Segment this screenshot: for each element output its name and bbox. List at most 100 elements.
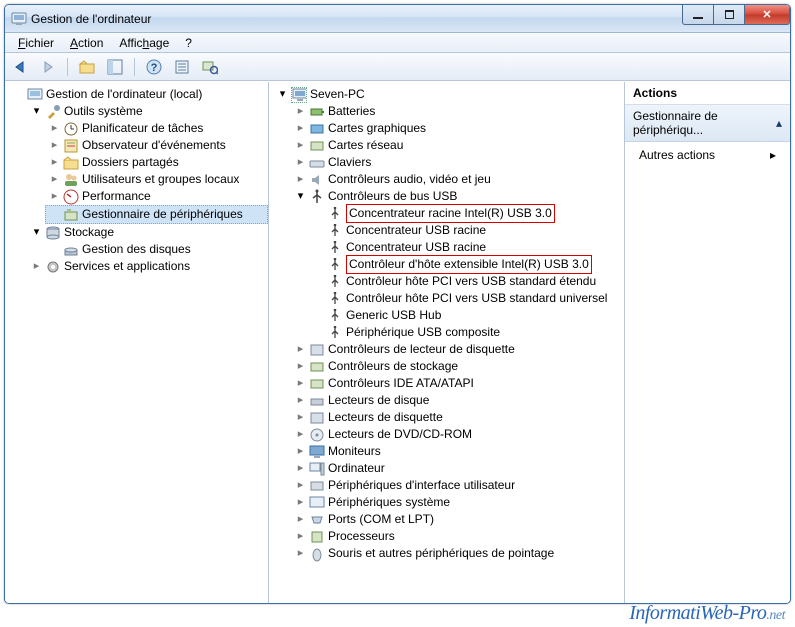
menu-file[interactable]: Fichier bbox=[11, 35, 61, 51]
mouse-node[interactable]: Souris et autres périphériques de pointa… bbox=[291, 545, 624, 562]
hid-icon bbox=[309, 478, 325, 494]
app-icon bbox=[11, 11, 27, 27]
users-groups-node[interactable]: Utilisateurs et groupes locaux bbox=[45, 171, 268, 188]
ide-controllers-node[interactable]: Contrôleurs IDE ATA/ATAPI bbox=[291, 375, 624, 392]
port-icon bbox=[309, 512, 325, 528]
tree-item-label: Concentrateur racine Intel(R) USB 3.0 bbox=[346, 204, 555, 223]
audio-controllers-node[interactable]: Contrôleurs audio, vidéo et jeu bbox=[291, 171, 624, 188]
hid-node[interactable]: Périphériques d'interface utilisateur bbox=[291, 477, 624, 494]
ports-node[interactable]: Ports (COM et LPT) bbox=[291, 511, 624, 528]
tree-item-label: Cartes graphiques bbox=[328, 120, 426, 137]
properties-button[interactable] bbox=[171, 56, 193, 78]
computer-icon bbox=[291, 87, 307, 103]
left-tree-pane[interactable]: Gestion de l'ordinateur (local) Outils s… bbox=[5, 82, 269, 603]
menu-help[interactable]: ? bbox=[178, 35, 199, 51]
usb-device-node[interactable]: Contrôleur hôte PCI vers USB standard ét… bbox=[309, 273, 624, 290]
menu-action[interactable]: Action bbox=[63, 35, 110, 51]
actions-header: Actions bbox=[625, 82, 790, 105]
tree-item-label: Contrôleur hôte PCI vers USB standard un… bbox=[346, 290, 607, 307]
task-scheduler-node[interactable]: Planificateur de tâches bbox=[45, 120, 268, 137]
tree-item-label: Ordinateur bbox=[328, 460, 385, 477]
performance-node[interactable]: Performance bbox=[45, 188, 268, 205]
battery-icon bbox=[309, 104, 325, 120]
toolbar-separator bbox=[67, 58, 68, 76]
monitors-node[interactable]: Moniteurs bbox=[291, 443, 624, 460]
forward-button[interactable] bbox=[37, 56, 59, 78]
usb-controllers-node[interactable]: Contrôleurs de bus USB bbox=[291, 188, 624, 205]
dvd-drive-icon bbox=[309, 427, 325, 443]
usb-plug-icon bbox=[327, 308, 343, 324]
tree-item-label: Observateur d'événements bbox=[82, 137, 226, 154]
pc-icon bbox=[309, 461, 325, 477]
tree-item-label: Utilisateurs et groupes locaux bbox=[82, 171, 239, 188]
dvd-drives-node[interactable]: Lecteurs de DVD/CD-ROM bbox=[291, 426, 624, 443]
storage-icon bbox=[45, 225, 61, 241]
mouse-icon bbox=[309, 546, 325, 562]
keyboard-icon bbox=[309, 155, 325, 171]
tree-item-label: Services et applications bbox=[64, 258, 190, 275]
menubar: Fichier Action Affichage ? bbox=[5, 33, 790, 53]
network-adapters-node[interactable]: Cartes réseau bbox=[291, 137, 624, 154]
menu-view[interactable]: Affichage bbox=[112, 35, 176, 51]
console-tree-button[interactable] bbox=[104, 56, 126, 78]
usb-plug-icon bbox=[327, 274, 343, 290]
storage-controllers-node[interactable]: Contrôleurs de stockage bbox=[291, 358, 624, 375]
shared-folder-icon bbox=[63, 155, 79, 171]
cpu-icon bbox=[309, 529, 325, 545]
titlebar[interactable]: Gestion de l'ordinateur ✕ bbox=[5, 5, 790, 33]
tree-item-label: Contrôleurs audio, vidéo et jeu bbox=[328, 171, 491, 188]
disk-management-node[interactable]: Gestion des disques bbox=[45, 241, 268, 258]
display-adapters-node[interactable]: Cartes graphiques bbox=[291, 120, 624, 137]
device-tree-pane[interactable]: Seven-PC Batteries Cartes graphiques Car… bbox=[269, 82, 625, 603]
disk-drives-node[interactable]: Lecteurs de disque bbox=[291, 392, 624, 409]
back-button[interactable] bbox=[9, 56, 31, 78]
disk-mgmt-icon bbox=[63, 242, 79, 258]
window-title: Gestion de l'ordinateur bbox=[31, 12, 151, 26]
actions-section[interactable]: Gestionnaire de périphériqu... bbox=[625, 105, 790, 142]
usb-device-node[interactable]: Contrôleur hôte PCI vers USB standard un… bbox=[309, 290, 624, 307]
system-tools-node[interactable]: Outils système bbox=[27, 103, 268, 120]
processors-node[interactable]: Processeurs bbox=[291, 528, 624, 545]
computer-node[interactable]: Ordinateur bbox=[291, 460, 624, 477]
usb-device-node[interactable]: Périphérique USB composite bbox=[309, 324, 624, 341]
usb-device-node[interactable]: Concentrateur USB racine bbox=[309, 222, 624, 239]
actions-other[interactable]: Autres actions bbox=[625, 142, 790, 168]
device-manager-node[interactable]: Gestionnaire de périphériques bbox=[45, 205, 268, 224]
tree-item-label: Gestion de l'ordinateur (local) bbox=[46, 86, 202, 103]
tree-item-label: Périphérique USB composite bbox=[346, 324, 500, 341]
up-button[interactable] bbox=[76, 56, 98, 78]
usb-device-node[interactable]: Concentrateur USB racine bbox=[309, 239, 624, 256]
display-adapter-icon bbox=[309, 121, 325, 137]
usb-plug-icon bbox=[327, 240, 343, 256]
event-viewer-node[interactable]: Observateur d'événements bbox=[45, 137, 268, 154]
device-manager-icon bbox=[63, 207, 79, 223]
scan-hardware-button[interactable] bbox=[199, 56, 221, 78]
usb-plug-icon bbox=[327, 325, 343, 341]
speaker-icon bbox=[309, 172, 325, 188]
tree-item-label: Generic USB Hub bbox=[346, 307, 441, 324]
services-apps-node[interactable]: Services et applications bbox=[27, 258, 268, 275]
tree-item-label: Lecteurs de disque bbox=[328, 392, 429, 409]
left-root-node[interactable]: Gestion de l'ordinateur (local) bbox=[9, 86, 268, 103]
batteries-node[interactable]: Batteries bbox=[291, 103, 624, 120]
usb-device-node[interactable]: Contrôleur d'hôte extensible Intel(R) US… bbox=[309, 256, 624, 273]
close-button[interactable]: ✕ bbox=[744, 5, 790, 25]
usb-plug-icon bbox=[327, 223, 343, 239]
tree-item-label: Claviers bbox=[328, 154, 371, 171]
floppy-controllers-node[interactable]: Contrôleurs de lecteur de disquette bbox=[291, 341, 624, 358]
computer-root-node[interactable]: Seven-PC bbox=[273, 86, 624, 103]
system-devices-node[interactable]: Périphériques système bbox=[291, 494, 624, 511]
minimize-button[interactable] bbox=[682, 5, 714, 25]
tree-item-label: Gestion des disques bbox=[82, 241, 191, 258]
help-button[interactable]: ? bbox=[143, 56, 165, 78]
shared-folders-node[interactable]: Dossiers partagés bbox=[45, 154, 268, 171]
keyboards-node[interactable]: Claviers bbox=[291, 154, 624, 171]
usb-device-node[interactable]: Generic USB Hub bbox=[309, 307, 624, 324]
tools-icon bbox=[45, 104, 61, 120]
floppy-drives-node[interactable]: Lecteurs de disquette bbox=[291, 409, 624, 426]
usb-device-node[interactable]: Concentrateur racine Intel(R) USB 3.0 bbox=[309, 205, 624, 222]
computer-management-window: Gestion de l'ordinateur ✕ Fichier Action… bbox=[4, 4, 791, 604]
tree-item-label: Contrôleur d'hôte extensible Intel(R) US… bbox=[346, 255, 592, 274]
maximize-button[interactable] bbox=[713, 5, 745, 25]
storage-node[interactable]: Stockage bbox=[27, 224, 268, 241]
